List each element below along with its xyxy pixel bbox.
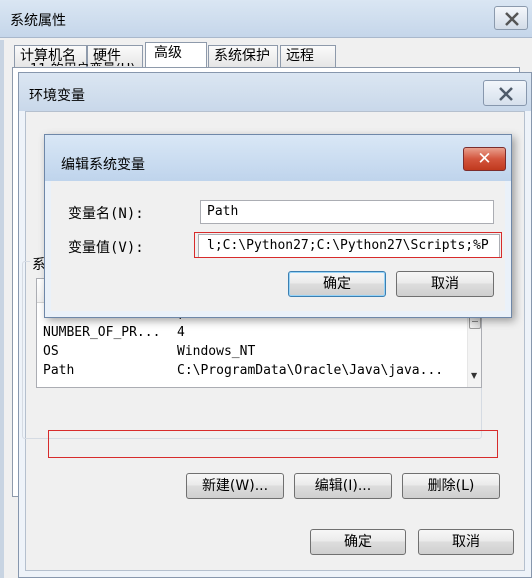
table-row-path[interactable]: Path C:\ProgramData\Oracle\Java\java... bbox=[37, 362, 467, 381]
edit-dialog-close-button[interactable]: ✕ bbox=[463, 147, 506, 171]
new-variable-button[interactable]: 新建(W)... bbox=[186, 473, 284, 499]
variable-value: 4 bbox=[177, 325, 185, 340]
window-edge bbox=[0, 40, 4, 578]
table-row[interactable]: NUMBER_OF_PR... 4 bbox=[37, 324, 467, 343]
edit-dialog-title: 编辑系统变量 bbox=[61, 157, 145, 173]
delete-variable-button[interactable]: 删除(L) bbox=[402, 473, 500, 499]
edit-dialog-titlebar[interactable]: 编辑系统变量 ✕ bbox=[45, 135, 511, 181]
system-properties-titlebar[interactable]: 系统属性 bbox=[0, 0, 532, 38]
environment-variables-title: 环境变量 bbox=[29, 88, 85, 104]
variable-value: C:\ProgramData\Oracle\Java\java... bbox=[177, 363, 444, 378]
variable-name-label: 变量名(N): bbox=[68, 206, 144, 222]
path-row-highlight bbox=[48, 430, 498, 458]
variable-value-label: 变量值(V): bbox=[68, 240, 144, 256]
env-ok-button[interactable]: 确定 bbox=[310, 529, 406, 555]
edit-cancel-button[interactable]: 取消 bbox=[396, 271, 494, 297]
edit-ok-button[interactable]: 确定 bbox=[288, 271, 386, 297]
close-icon: ✕ bbox=[477, 149, 492, 169]
table-row[interactable]: OS Windows_NT bbox=[37, 343, 467, 362]
system-properties-close-button[interactable] bbox=[494, 6, 528, 30]
edit-variable-button[interactable]: 编辑(I)... bbox=[294, 473, 392, 499]
variable-value: Windows_NT bbox=[177, 344, 256, 359]
tab-advanced[interactable]: 高级 bbox=[145, 42, 207, 69]
environment-variables-close-button[interactable] bbox=[483, 80, 527, 106]
close-icon bbox=[499, 87, 513, 101]
variable-name: Path bbox=[43, 363, 75, 378]
scroll-down-arrow-icon[interactable]: ▼ bbox=[471, 371, 477, 381]
variable-name: NUMBER_OF_PR... bbox=[43, 325, 161, 340]
tab-remote[interactable]: 远程 bbox=[280, 45, 336, 68]
close-icon bbox=[505, 12, 519, 26]
value-field-highlight bbox=[194, 232, 502, 258]
environment-variables-titlebar[interactable]: 环境变量 bbox=[19, 73, 531, 111]
user-variables-label: 11 的用户变量(U) bbox=[30, 58, 135, 66]
variable-name-field[interactable]: Path bbox=[200, 200, 494, 224]
env-cancel-button[interactable]: 取消 bbox=[418, 529, 514, 555]
tab-system-protection[interactable]: 系统保护 bbox=[208, 45, 278, 68]
variable-name: OS bbox=[43, 344, 59, 359]
system-properties-title: 系统属性 bbox=[10, 13, 66, 29]
